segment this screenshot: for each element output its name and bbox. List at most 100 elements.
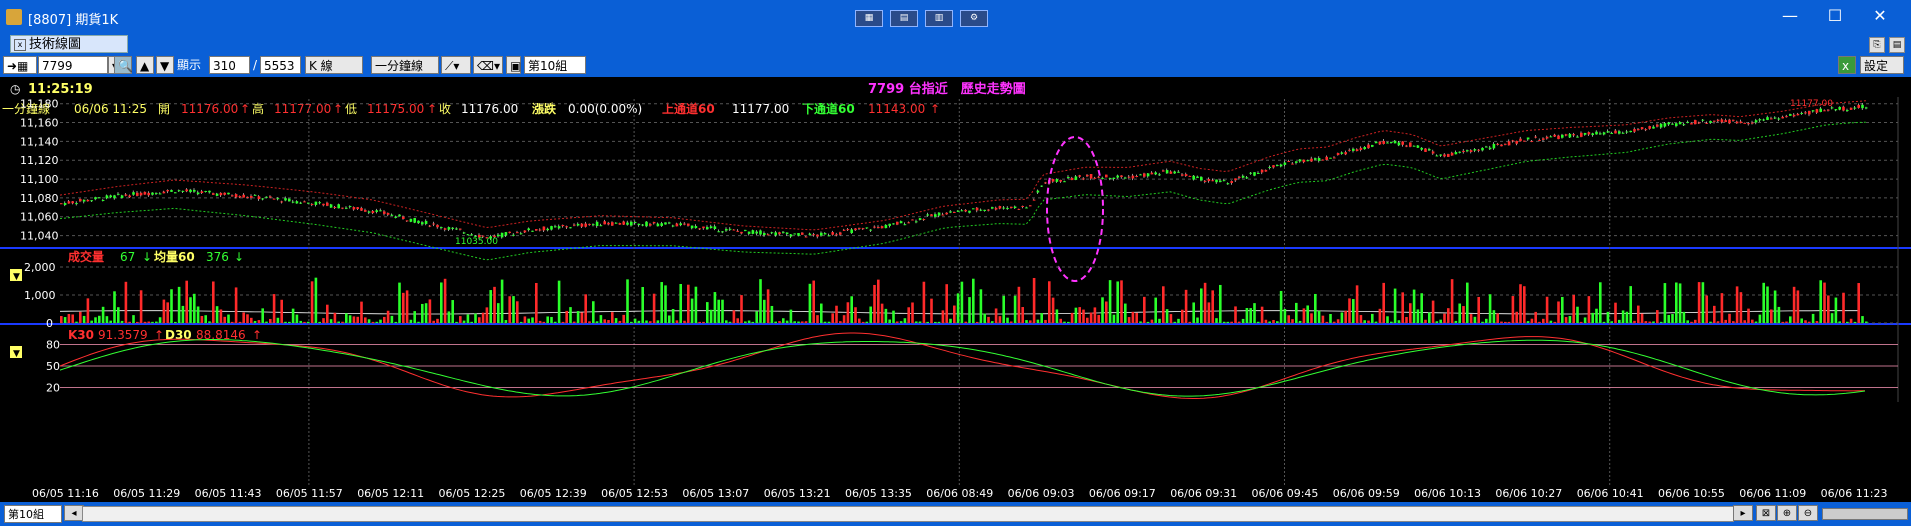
volume-bar [1219,284,1222,323]
volume-bar [1583,317,1587,323]
volume-bar [329,319,333,323]
volume-bar [1317,310,1321,323]
search-icon[interactable]: 🔍 [114,56,133,74]
volume-bar [1257,321,1260,323]
volume-bar [1321,315,1325,323]
copy-icon[interactable]: ⎘ [1869,37,1885,53]
total-input[interactable]: 5553 [260,56,301,74]
maximize-button[interactable]: ☐ [1820,6,1850,26]
tools-icon[interactable]: ⚙ [960,10,988,27]
volume-bar [478,317,481,323]
zoom-fit-icon[interactable]: ⊠ [1756,505,1776,521]
close-button[interactable]: ✕ [1865,6,1895,26]
tile-icon[interactable]: ▤ [890,10,918,27]
minimize-button[interactable]: — [1775,6,1805,26]
volume-bar [842,315,846,323]
candle [82,199,86,202]
excel-icon[interactable]: x [1838,56,1856,74]
volume-bar [1108,280,1112,323]
group-select[interactable]: 第10組 [524,56,586,74]
cascade-icon[interactable]: ▥ [925,10,953,27]
volume-bar [1329,314,1332,323]
volume-bar [1203,282,1207,323]
candle [1659,123,1663,128]
kline-dropdown[interactable]: K 線 [305,56,363,74]
settings-button[interactable]: 設定 [1860,56,1904,74]
volume-bar [1485,318,1488,323]
period-dropdown[interactable]: 一分鐘線 [371,56,439,74]
draw-line-icon[interactable]: ⟋▾ [441,56,471,74]
volume-bar [356,316,359,323]
time-label: 06/06 08:49 [926,487,993,500]
symbol-select[interactable]: 7799 [38,56,108,74]
volume-bar [892,310,895,323]
candle [1089,174,1093,179]
grid-icon[interactable]: ▣ [506,56,521,74]
volume-bar [318,321,321,323]
volume-bar [284,321,287,323]
candle [937,212,941,216]
volume-bar [1200,288,1203,323]
candle [246,196,249,198]
volume-bar [1002,295,1005,323]
candle [417,220,420,224]
tab-close-icon[interactable]: x [14,39,26,51]
tab-technical-chart[interactable]: x 技術線圖 [10,35,128,53]
volume-bar [1504,321,1507,323]
print-icon[interactable]: ▤ [1889,37,1905,53]
volume-bar [1716,321,1720,323]
volume-bar [1162,286,1165,323]
volume-bar [1055,309,1059,323]
volume-bar [1637,305,1640,323]
candle [455,228,458,230]
layout-icon[interactable]: ▦ [855,10,883,27]
up-arrow-button[interactable]: ▲ [136,56,154,74]
volume-bar [436,318,439,323]
eraser-icon[interactable]: ⌫▾ [473,56,503,74]
candle [367,211,371,213]
count-input[interactable]: 310 [209,56,250,74]
volume-bar [143,321,147,323]
candle [356,207,359,210]
time-label: 06/05 12:25 [439,487,506,500]
candle [972,208,975,210]
candle [1051,179,1055,182]
volume-bar [1078,307,1081,323]
candle [1173,171,1176,174]
candle [170,190,173,192]
candle [903,224,907,226]
zoom-out-icon[interactable]: ⊖ [1798,505,1818,521]
zoom-in-icon[interactable]: ⊕ [1777,505,1797,521]
volume-bar [375,321,378,323]
zoom-slider[interactable] [1822,508,1908,520]
candle [839,232,842,235]
candle [1621,132,1625,134]
candle [314,201,318,205]
candle [831,232,834,235]
horizontal-scrollbar[interactable] [82,506,1734,522]
bottom-group-select[interactable]: 第10組 [4,505,62,523]
volume-bar [744,321,747,323]
candle [1264,169,1268,172]
candle [1184,174,1188,177]
max-price-label: 11177.00 [1790,99,1833,109]
arrow-cursor-icon[interactable]: ➜▦ [3,56,37,74]
volume-bar [212,281,215,323]
scroll-left-icon[interactable]: ◂ [64,505,84,521]
volume-bar [1397,320,1401,323]
scroll-right-icon[interactable]: ▸ [1733,505,1753,521]
volume-bar [1021,307,1024,323]
volume-bar [614,318,618,323]
down-arrow-button[interactable]: ▼ [156,56,174,74]
chart-time: 11:25:19 [28,82,93,97]
volume-bar [1272,319,1275,323]
price-tick: 11,120 [20,154,59,167]
candle [542,226,546,231]
volume-bar [1667,314,1670,323]
volume-bar [1629,286,1632,323]
volume-bar [595,321,599,323]
volume-bar [668,315,671,323]
volume-avg-label: 均量60 [154,249,195,264]
volume-bar [732,310,736,323]
candle [1614,130,1617,134]
